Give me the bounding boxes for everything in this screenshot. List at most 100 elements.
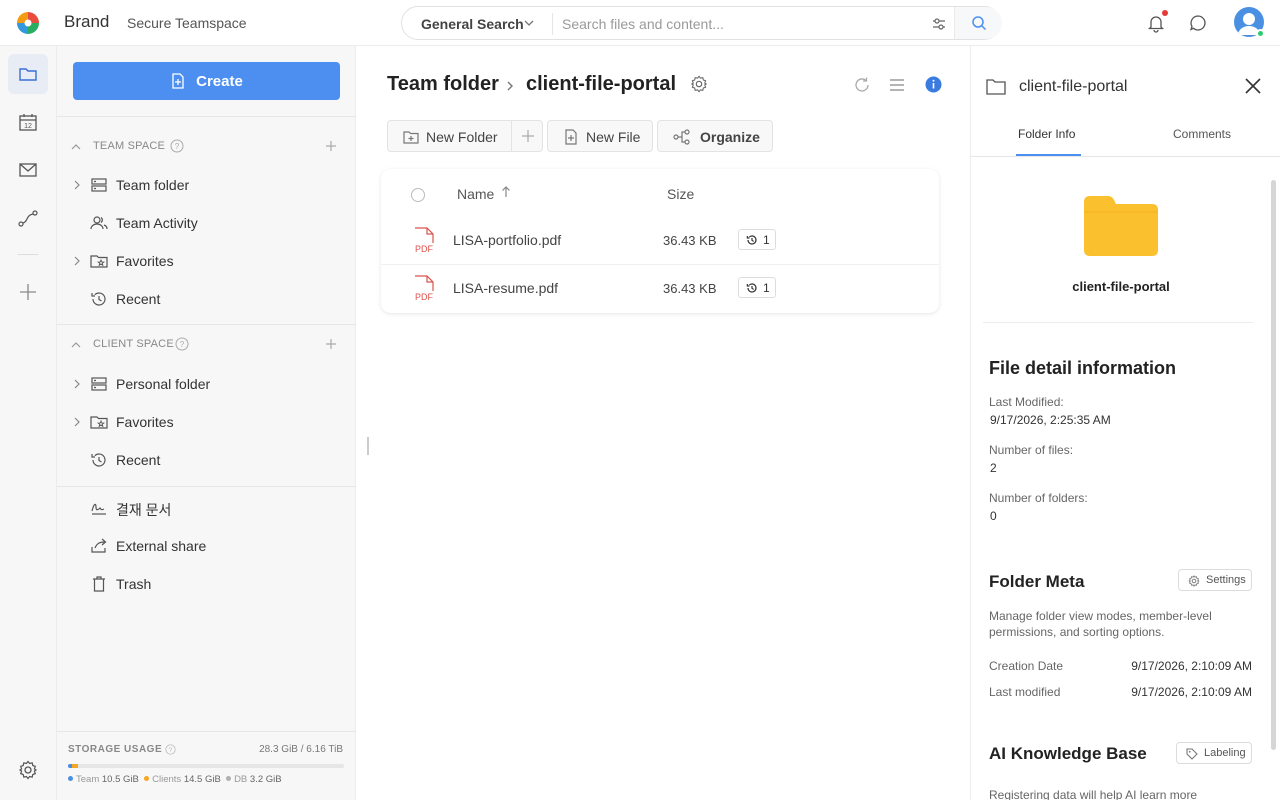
panel-scrollbar[interactable] (1271, 180, 1276, 750)
file-name[interactable]: LISA-resume.pdf (453, 280, 558, 296)
file-size: 36.43 KB (663, 233, 717, 248)
file-size: 36.43 KB (663, 281, 717, 296)
top-bar: Brand Secure Teamspace General Search (0, 0, 1280, 46)
sidebar-item-team-folder[interactable]: Team folder (57, 168, 356, 202)
breadcrumb-root[interactable]: Team folder (387, 73, 499, 96)
tab-folder-info[interactable]: Folder Info (1018, 127, 1075, 141)
sidebar-item-trash[interactable]: Trash (57, 567, 356, 601)
info-icon[interactable] (925, 76, 942, 93)
divider (57, 486, 356, 487)
storage-usage-label: STORAGE USAGE (68, 744, 163, 755)
sidebar-item-team-favorites[interactable]: Favorites (57, 244, 356, 278)
divider (552, 13, 553, 35)
storage-total: 28.3 GiB / 6.16 TiB (259, 744, 343, 755)
chevron-right-icon[interactable] (73, 180, 81, 190)
search-bar: General Search (401, 6, 1002, 40)
sidebar-item-external-share[interactable]: External share (57, 529, 356, 563)
chevron-up-icon[interactable] (71, 340, 81, 350)
divider (511, 121, 512, 151)
creation-date-value: 9/17/2026, 2:10:09 AM (1131, 659, 1252, 673)
tab-comments[interactable]: Comments (1173, 127, 1231, 141)
rail-workflow[interactable] (8, 198, 48, 238)
team-legend-value: 10.5 GiB (101, 774, 139, 785)
sidebar-item-personal-folder[interactable]: Personal folder (57, 367, 356, 401)
sidebar-item-label: Recent (116, 452, 161, 468)
svg-text:?: ? (180, 340, 185, 349)
folder-icon (986, 79, 1006, 95)
db-dot (226, 776, 232, 781)
chevron-down-icon[interactable] (524, 18, 534, 28)
divider (57, 324, 356, 325)
sidebar-item-client-recent[interactable]: Recent (57, 443, 356, 477)
sidebar-item-approval-docs[interactable]: 결재 문서 (57, 491, 356, 525)
folder-meta-heading: Folder Meta (989, 572, 1085, 591)
calendar-icon: 12 (19, 114, 37, 131)
rail-files[interactable] (8, 54, 48, 94)
help-icon[interactable]: ? (170, 139, 184, 153)
column-header-name[interactable]: Name (457, 186, 494, 202)
help-icon[interactable]: ? (175, 337, 189, 351)
notification-dot (1162, 10, 1168, 16)
labeling-button[interactable]: Labeling (1176, 742, 1252, 764)
version-badge[interactable]: 1 (738, 277, 776, 298)
search-scope-select[interactable]: General Search (421, 16, 524, 32)
refresh-icon[interactable] (853, 76, 871, 94)
select-all-checkbox[interactable] (411, 188, 425, 202)
svg-text:?: ? (169, 747, 173, 754)
star-folder-icon (90, 255, 108, 268)
organize-button[interactable]: Organize (657, 120, 773, 152)
table-row[interactable]: PDF LISA-portfolio.pdf 36.43 KB 1 (381, 217, 939, 265)
last-modified-value: 9/17/2026, 2:25:35 AM (990, 413, 1111, 427)
file-name[interactable]: LISA-portfolio.pdf (453, 232, 561, 248)
sidebar-item-label: Trash (116, 576, 152, 592)
column-header-size[interactable]: Size (667, 186, 694, 202)
version-count: 1 (763, 281, 770, 295)
brand-logo[interactable] (17, 12, 39, 34)
chevron-right-icon[interactable] (73, 256, 81, 266)
storage-legend: Team 10.5 GiB Clients 14.5 GiB DB 3.2 Gi… (68, 774, 282, 785)
rail-add[interactable] (8, 272, 48, 312)
sidebar-resize-handle[interactable] (367, 437, 369, 455)
sidebar-item-team-activity[interactable]: Team Activity (57, 206, 356, 240)
chevron-right-icon[interactable] (73, 379, 81, 389)
new-file-label: New File (586, 129, 641, 145)
create-button[interactable]: Create (73, 62, 340, 100)
version-badge[interactable]: 1 (738, 229, 776, 250)
search-button[interactable] (954, 7, 1002, 39)
folder-icon (19, 68, 37, 81)
rail-divider (18, 254, 38, 255)
add-team-space-icon[interactable] (325, 140, 337, 152)
search-input[interactable] (562, 12, 912, 36)
chat-icon[interactable] (1189, 14, 1207, 32)
client-space-header[interactable]: CLIENT SPACE ? (57, 334, 356, 356)
history-icon (746, 235, 757, 245)
new-folder-label[interactable]: New Folder (426, 129, 498, 145)
team-space-header[interactable]: TEAM SPACE ? (57, 136, 356, 158)
list-view-icon[interactable] (889, 77, 905, 93)
sidebar-item-label: Favorites (116, 414, 174, 430)
rail-calendar[interactable]: 12 (8, 102, 48, 142)
last-modified-meta-value: 9/17/2026, 2:10:09 AM (1131, 685, 1252, 699)
new-folder-button-group: New Folder (387, 120, 543, 152)
storage-db-fill (76, 764, 78, 768)
new-file-button[interactable]: New File (547, 120, 653, 152)
chevron-right-icon[interactable] (73, 417, 81, 427)
filter-sliders-icon[interactable] (931, 16, 947, 32)
folder-meta-settings-button[interactable]: Settings (1178, 569, 1252, 591)
sidebar-item-team-recent[interactable]: Recent (57, 282, 356, 316)
close-icon[interactable] (1244, 77, 1262, 95)
bell-icon[interactable] (1146, 13, 1166, 33)
sidebar-item-label: Favorites (116, 253, 174, 269)
sidebar-item-client-favorites[interactable]: Favorites (57, 405, 356, 439)
folder-settings-gear-icon[interactable] (690, 75, 708, 93)
add-icon[interactable] (521, 129, 535, 143)
new-folder-icon (403, 131, 419, 144)
add-client-space-icon[interactable] (325, 338, 337, 350)
rail-mail[interactable] (8, 150, 48, 190)
team-dot (68, 776, 73, 781)
help-icon[interactable]: ? (165, 744, 176, 755)
table-row[interactable]: PDF LISA-resume.pdf 36.43 KB 1 (381, 265, 939, 313)
chevron-up-icon[interactable] (71, 142, 81, 152)
rail-settings[interactable] (8, 750, 48, 790)
sort-ascending-icon[interactable] (501, 186, 511, 198)
